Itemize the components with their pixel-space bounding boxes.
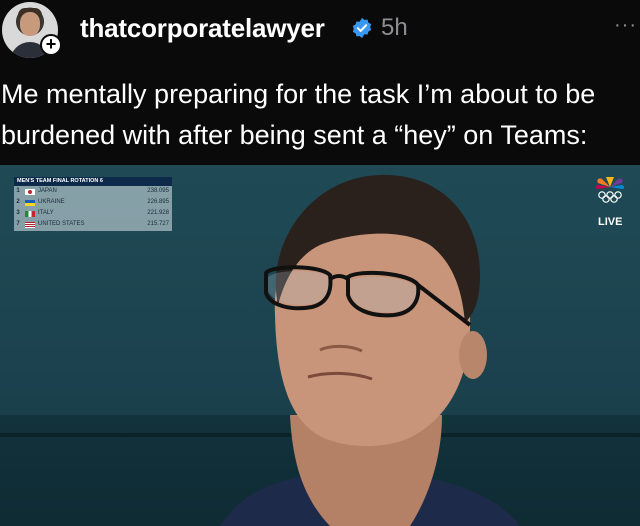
username[interactable]: thatcorporatelawyer [80, 13, 325, 44]
caption-line-1: Me mentally preparing for the task I’m a… [1, 79, 596, 109]
scoreboard-score: 238.095 [147, 188, 169, 194]
scoreboard-score: 215.727 [147, 221, 169, 227]
more-options-icon[interactable]: ··· [614, 14, 637, 37]
scoreboard-rank: 3 [16, 210, 20, 216]
scoreboard-title: MEN'S TEAM FINAL ROTATION 6 [14, 177, 172, 186]
follow-plus-icon[interactable]: + [40, 34, 62, 56]
scoreboard-rank: 2 [16, 199, 20, 205]
post-caption: Me mentally preparing for the task I’m a… [1, 74, 639, 156]
scoreboard-team: JAPAN [38, 188, 57, 194]
post-media[interactable]: MEN'S TEAM FINAL ROTATION 6 1 JAPAN 238.… [0, 165, 640, 526]
post-header: + thatcorporatelawyer 5h ··· [0, 0, 640, 62]
scoreboard-rank: 7 [16, 221, 20, 227]
scoreboard-row: 2 UKRAINE 226.895 [14, 197, 172, 208]
japan-flag-icon [25, 188, 35, 195]
scoreboard-row: 1 JAPAN 238.095 [14, 186, 172, 197]
italy-flag-icon [25, 210, 35, 217]
scoreboard-overlay: MEN'S TEAM FINAL ROTATION 6 1 JAPAN 238.… [14, 177, 172, 231]
scoreboard-row: 7 UNITED STATES 215.727 [14, 219, 172, 230]
man-with-glasses-photo [220, 174, 520, 526]
post-timestamp: 5h [381, 14, 408, 41]
scoreboard-row: 3 ITALY 221.928 [14, 208, 172, 219]
scoreboard-team: UNITED STATES [38, 221, 85, 227]
scoreboard-team: UKRAINE [38, 199, 65, 205]
caption-line-2: burdened with after being sent a “hey” o… [1, 120, 588, 150]
usa-flag-icon [25, 221, 35, 228]
live-label: LIVE [598, 216, 623, 228]
scoreboard-rank: 1 [16, 188, 20, 194]
scoreboard-score: 226.895 [147, 199, 169, 205]
nbc-olympics-icon [595, 177, 625, 203]
verified-badge-icon [352, 17, 372, 39]
scoreboard-team: ITALY [38, 210, 54, 216]
ukraine-flag-icon [25, 199, 35, 206]
scoreboard-score: 221.928 [147, 210, 169, 216]
avatar-face [20, 12, 40, 36]
